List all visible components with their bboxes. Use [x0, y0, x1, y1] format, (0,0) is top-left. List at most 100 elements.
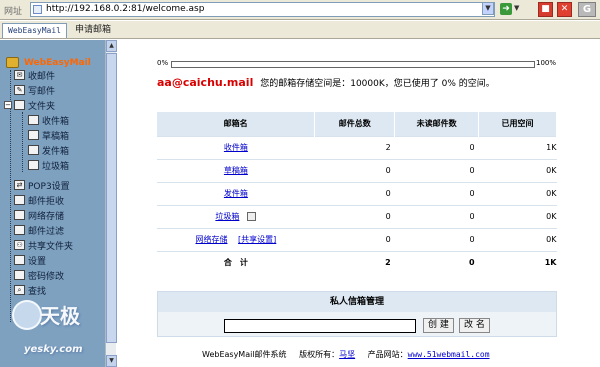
usage-low-label: 0% [157, 59, 169, 67]
total-row: 合 计 2 0 1K [157, 250, 557, 274]
sidebar-item-folders[interactable]: − 文件夹 [4, 98, 55, 112]
trash-link[interactable]: 垃圾箱 [215, 212, 239, 221]
total-cell: 0 [314, 204, 395, 228]
unread-cell: 0 [394, 204, 479, 228]
sidebar-item-inbox[interactable]: 收件箱 [28, 113, 69, 127]
table-row: 网络存储 [共享设置] 0 0 0K [157, 227, 557, 251]
sidebar-item-filter[interactable]: 邮件过滤 [14, 223, 64, 237]
shared-folder-icon: ⚇ [14, 240, 25, 250]
sidebar-item-search[interactable]: ⌕ 查找 [14, 283, 46, 297]
key-icon [14, 270, 25, 280]
tab-strip: WebEasyMail 申请邮箱 [0, 21, 600, 39]
mailbox-summary: aa@caichu.mail 您的邮箱存储空间是：10000K，您已使用了 0%… [157, 76, 495, 89]
column-header: 未读邮件数 [394, 112, 480, 136]
address-input[interactable]: http://192.168.0.2:81/welcome.asp [30, 2, 495, 17]
sidebar-item-trash[interactable]: 垃圾箱 [28, 158, 69, 172]
site-link[interactable]: www.51webmail.com [408, 350, 490, 359]
sidebar-brand: WebEasyMail [24, 58, 91, 68]
watermark: 天极 yesky.com [12, 300, 112, 362]
column-header: 邮件总数 [314, 112, 396, 136]
size-cell: 1K [478, 135, 557, 159]
close-icon[interactable]: ✕ [557, 2, 572, 17]
sidebar-item-label: POP3设置 [28, 181, 70, 192]
reject-icon [14, 195, 25, 205]
sidebar-item-label: 网络存储 [28, 211, 65, 222]
sidebar-item-label: 收邮件 [28, 71, 56, 82]
sidebar-item-compose[interactable]: ✎ 写邮件 [14, 83, 55, 97]
sidebar-item-netdisk[interactable]: 网络存储 [14, 208, 64, 222]
pop3-icon: ⇄ [14, 180, 25, 190]
total-cell: 0 [314, 227, 395, 251]
address-dropdown-button[interactable]: ▼ [482, 2, 494, 15]
sent-icon [28, 145, 39, 155]
total-cell: 2 [314, 135, 395, 159]
size-cell: 0K [478, 181, 557, 205]
sidebar-item-label: 发件箱 [42, 146, 70, 157]
column-header: 邮箱名 [157, 112, 316, 136]
scroll-up-icon[interactable]: ▲ [106, 40, 117, 52]
drafts-link[interactable]: 草稿箱 [224, 166, 248, 175]
sidebar-item-shared[interactable]: ⚇ 共享文件夹 [14, 238, 73, 252]
sidebar-item-pop3[interactable]: ⇄ POP3设置 [14, 178, 70, 192]
sidebar-item-label: 查找 [28, 286, 47, 297]
table-row: 发件箱 0 0 0K [157, 181, 557, 205]
sidebar-item-reject[interactable]: 邮件拒收 [14, 193, 64, 207]
sidebar-item-label: 垃圾箱 [42, 161, 70, 172]
sidebar-item-label: 文件夹 [28, 101, 56, 112]
toolbar-extra-icon[interactable]: G [578, 2, 596, 17]
watermark-site: yesky.com [24, 344, 83, 355]
sidebar-item-label: 收件箱 [42, 116, 70, 127]
sidebar-item-receive[interactable]: ✉ 收邮件 [14, 68, 55, 82]
inbox-link[interactable]: 收件箱 [224, 143, 248, 152]
footer-system: WebEasyMail邮件系统 [202, 350, 287, 359]
watermark-brand: 天极 [40, 304, 80, 328]
watermark-logo-icon [12, 300, 42, 330]
sent-link[interactable]: 发件箱 [224, 189, 248, 198]
share-settings-link[interactable]: [共享设置] [238, 235, 276, 244]
sidebar-item-label: 草稿箱 [42, 131, 70, 142]
filter-icon [14, 225, 25, 235]
email-address: aa@caichu.mail [157, 76, 254, 89]
sidebar-item-label: 设置 [28, 256, 47, 267]
sidebar-item-label: 密码修改 [28, 271, 65, 282]
size-cell: 0K [478, 158, 557, 182]
tab-webeasymail[interactable]: WebEasyMail [2, 23, 67, 38]
go-arrow-icon[interactable]: ➜ [500, 3, 512, 15]
storage-message: 您的邮箱存储空间是：10000K，您已使用了 0% 的空间。 [260, 79, 495, 89]
folder-name-input[interactable] [224, 319, 416, 333]
private-folder-panel: 私人信箱管理 创 建 改 名 [157, 291, 557, 337]
storage-icon [14, 210, 25, 220]
create-folder-button[interactable]: 创 建 [423, 318, 454, 333]
total-label: 合 计 [157, 250, 315, 274]
sidebar-item-label: 邮件拒收 [28, 196, 65, 207]
netdisk-link[interactable]: 网络存储 [196, 235, 228, 244]
unread-cell: 0 [394, 181, 479, 205]
total-cell: 2 [314, 250, 395, 274]
address-url: http://192.168.0.2:81/welcome.asp [46, 4, 205, 14]
sidebar-item-sent[interactable]: 发件箱 [28, 143, 69, 157]
usage-high-label: 100% [536, 59, 557, 67]
sidebar-item-drafts[interactable]: 草稿箱 [28, 128, 69, 142]
sidebar-item-settings[interactable]: 设置 [14, 253, 46, 267]
sidebar-item-label: 写邮件 [28, 86, 56, 97]
address-bar: 网址 http://192.168.0.2:81/welcome.asp ▼ ➜… [0, 0, 600, 20]
unread-cell: 0 [394, 135, 479, 159]
sidebar-item-label: 共享文件夹 [28, 241, 74, 252]
owner-link[interactable]: 马坚 [339, 350, 355, 359]
mailbox-icon [6, 57, 19, 68]
rename-folder-button[interactable]: 改 名 [459, 318, 490, 333]
footer: WebEasyMail邮件系统 版权所有：马坚 产品网站：www.51webma… [202, 349, 490, 360]
usage-progress-bar [171, 61, 535, 68]
address-label: 网址 [4, 7, 23, 17]
tab-apply-mailbox[interactable]: 申请邮箱 [70, 23, 116, 38]
stop-icon[interactable]: ■ [538, 2, 553, 17]
go-dropdown-icon[interactable]: ▼ [514, 4, 519, 12]
compose-icon: ✎ [14, 85, 25, 95]
search-icon: ⌕ [14, 285, 25, 295]
trash-icon [28, 160, 39, 170]
footer-copyright-label: 版权所有： [299, 350, 340, 359]
main-content: 0% 100% aa@caichu.mail 您的邮箱存储空间是：10000K，… [117, 40, 600, 367]
empty-trash-icon[interactable] [247, 212, 257, 221]
sidebar-item-password[interactable]: 密码修改 [14, 268, 64, 282]
collapse-icon[interactable]: − [4, 101, 12, 109]
